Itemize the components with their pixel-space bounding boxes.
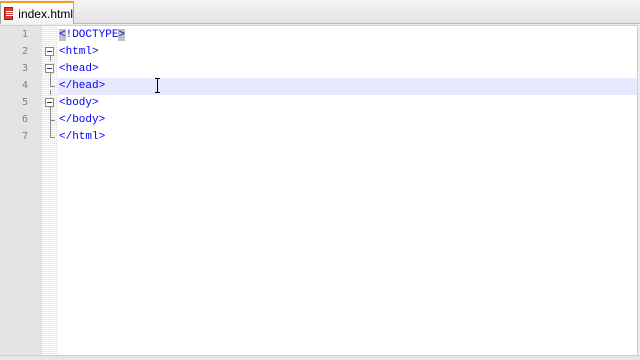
status-strip xyxy=(0,355,640,360)
line-number: 2 xyxy=(21,46,28,57)
line-number: 7 xyxy=(21,131,28,142)
code-text-selected[interactable]: <!DOCTYPE> xyxy=(59,28,126,43)
code-text[interactable]: <head> xyxy=(59,62,99,77)
html-file-icon xyxy=(4,7,14,20)
code-text[interactable]: <body> xyxy=(59,96,99,111)
selected-open-bracket: < xyxy=(59,29,66,41)
code-line-4[interactable]: 4 </head> xyxy=(0,78,637,95)
fold-guide-line xyxy=(50,73,51,87)
fold-guide-line xyxy=(50,107,51,137)
code-text[interactable]: <html> xyxy=(59,45,99,60)
code-text[interactable]: </head> xyxy=(59,79,105,94)
line-number: 1 xyxy=(21,29,28,40)
code-text[interactable]: </html> xyxy=(59,130,105,145)
fold-toggle-icon[interactable] xyxy=(45,98,54,107)
line-number: 6 xyxy=(21,114,28,125)
code-line-1[interactable]: 1 <!DOCTYPE> xyxy=(0,27,637,44)
tab-index-html[interactable]: index.html xyxy=(0,1,74,24)
selected-doctype-word: !DOCTYPE xyxy=(65,29,119,41)
line-number: 5 xyxy=(21,97,28,108)
line-number: 4 xyxy=(21,80,28,91)
selection-highlight: <!DOCTYPE> xyxy=(59,29,126,41)
tab-label: index.html xyxy=(18,6,73,21)
fold-toggle-icon[interactable] xyxy=(45,64,54,73)
code-editor[interactable]: 1 <!DOCTYPE> 2 <html> 3 <head> 4 </head>… xyxy=(0,25,638,355)
fold-guide-end xyxy=(50,120,55,121)
fold-guide-line xyxy=(50,90,51,95)
fold-guide-end xyxy=(50,137,55,138)
code-line-3[interactable]: 3 <head> xyxy=(0,61,637,78)
fold-guide-line xyxy=(50,56,51,61)
editor-window: index.html 1 <!DOCTYPE> 2 <html> 3 <head… xyxy=(0,0,640,360)
code-text[interactable]: </body> xyxy=(59,113,105,128)
code-line-7[interactable]: 7 </html> xyxy=(0,129,637,146)
fold-guide-end xyxy=(50,86,55,87)
code-line-2[interactable]: 2 <html> xyxy=(0,44,637,61)
current-line-highlight xyxy=(58,78,637,95)
text-cursor-icon xyxy=(155,78,161,93)
selected-close-bracket: > xyxy=(118,29,126,41)
line-number: 3 xyxy=(21,63,28,74)
code-line-6[interactable]: 6 </body> xyxy=(0,112,637,129)
tab-bar: index.html xyxy=(0,0,640,24)
code-line-5[interactable]: 5 <body> xyxy=(0,95,637,112)
fold-toggle-icon[interactable] xyxy=(45,47,54,56)
